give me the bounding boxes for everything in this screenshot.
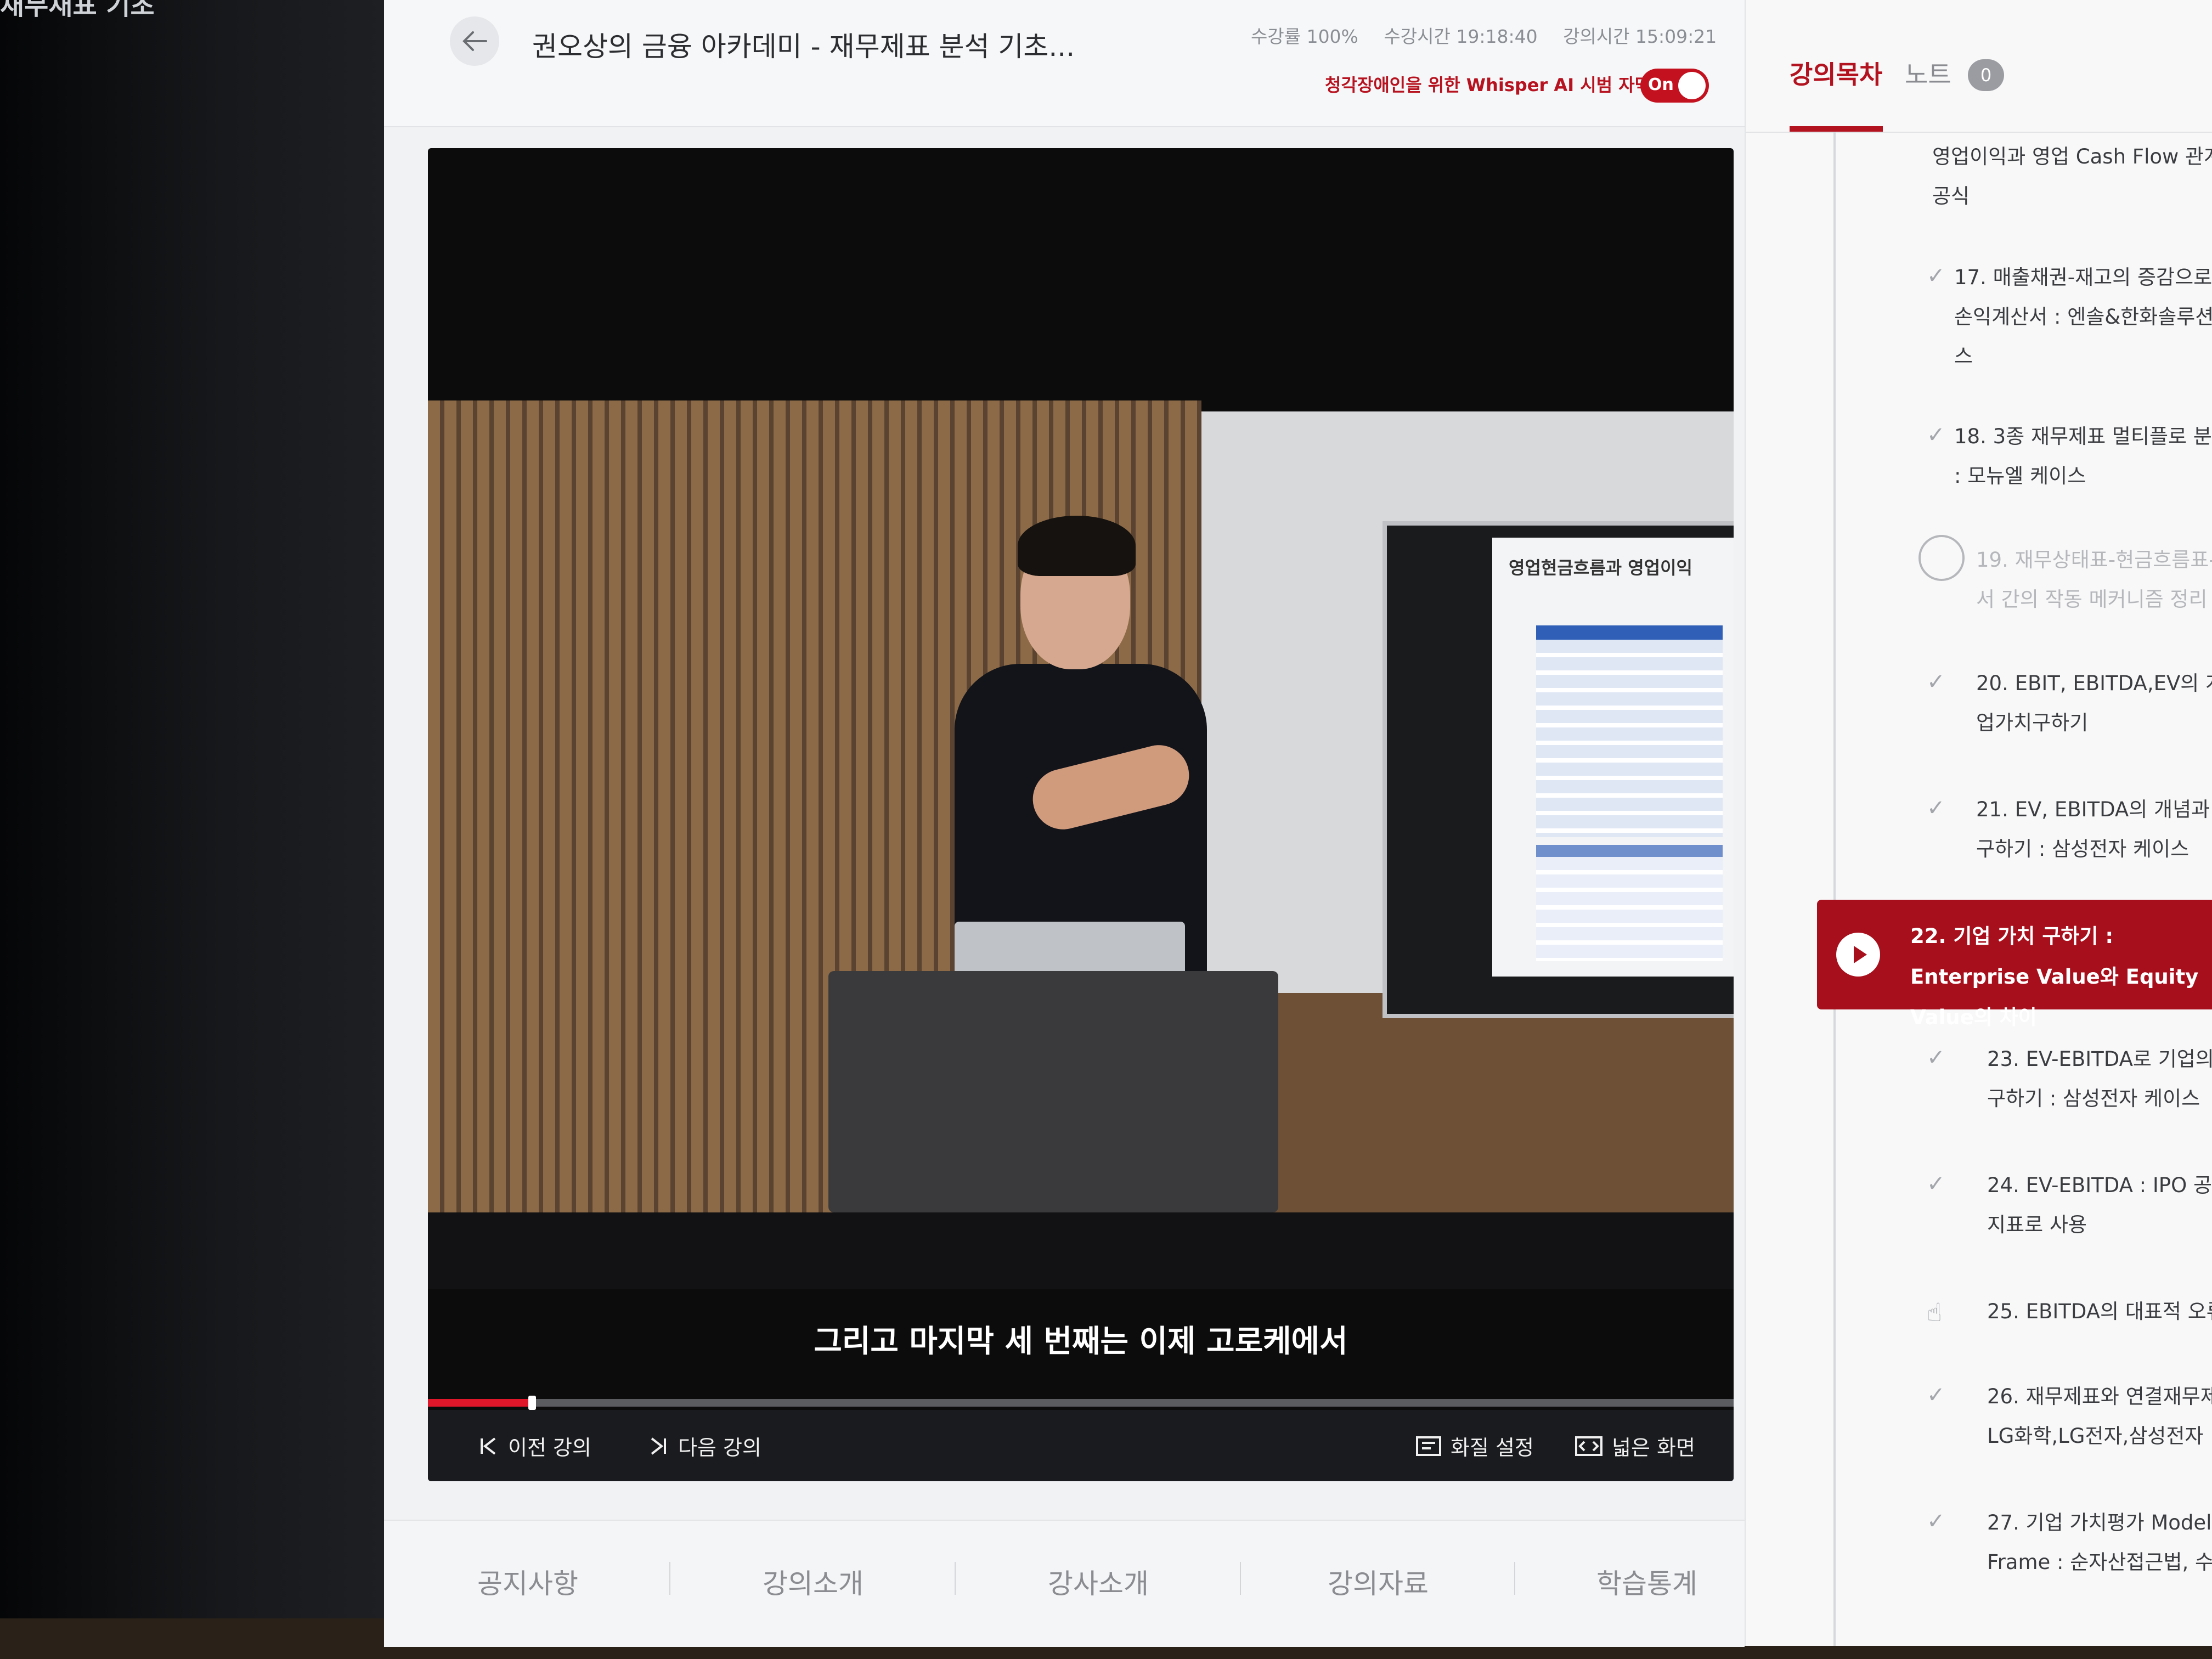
lesson-title: 24. EV-EBITDA : IPO 공모가 산정 지표로 사용 [1987,1173,2212,1237]
slide-table-secondary [1536,845,1723,961]
progress-handle[interactable] [528,1396,537,1410]
subtitle-toggle[interactable]: On [1640,69,1709,103]
tab-divider [1514,1562,1515,1595]
tab-instructor-intro[interactable]: 강사소개 [1048,1562,1149,1601]
check-icon: ✓ [1927,669,1945,695]
quality-settings-label: 화질 설정 [1451,1436,1534,1460]
tab-learning-stats[interactable]: 학습통계 [1596,1562,1697,1601]
next-lecture-label: 다음 강의 [678,1436,761,1460]
lecture-time: 강의시간 15:09:21 [1563,26,1717,47]
podium [828,971,1278,1212]
prev-lecture-label: 이전 강의 [508,1436,591,1460]
lock-icon [1918,535,1965,581]
background-window-title: 재무재표 기초 [0,0,155,21]
skip-next-icon [651,1437,666,1455]
lesson-title: 22. 기업 가치 구하기 : Enterprise Value와 Equity… [1910,924,2199,1029]
check-icon: ✓ [1927,1509,1945,1534]
prev-lecture-button[interactable]: 이전 강의 [477,1431,591,1461]
lesson-title: 21. EV, EBITDA의 개념과 목표주가구하기 : 삼성전자 케이스 [1976,798,2212,861]
lesson-title: 17. 매출채권-재고의 증감으로 보는 손익계산서 : 엔솔&한화솔루션 케이… [1954,266,2212,368]
tab-divider [955,1562,956,1595]
note-count-badge: 0 [1968,59,2004,91]
arrow-left-icon [462,31,487,51]
progress-bar[interactable] [428,1396,1734,1410]
wide-screen-button[interactable]: 넓은 화면 [1575,1431,1695,1461]
lower-wall [1201,993,1734,1212]
slide-title: 영업현금흐름과 영업이익 [1509,557,1692,578]
slide-table [1536,625,1723,837]
tab-notice[interactable]: 공지사항 [477,1562,578,1601]
dark-background [0,0,406,1659]
whisper-subtitle-label: 청각장애인을 위한 Whisper AI 시범 자막 [1325,75,1651,95]
completion-rate: 수강률 100% [1251,26,1358,47]
lecture-title: 권오상의 금융 아카데미 - 재무제표 분석 기초... [532,31,1075,63]
play-icon [1836,933,1880,977]
lecture-sidebar: 강의목차 노트 0 영업이익과 영업 Cash Flow 관계와 공식 ✓ 17… [1745,0,2212,1646]
lesson-timeline [1833,132,1836,1646]
lesson-title: 23. EV-EBITDA로 기업의 적정가치 구하기 : 삼성전자 케이스 [1987,1047,2212,1110]
tab-course-intro[interactable]: 강의소개 [763,1562,864,1601]
lesson-item-current[interactable]: 22. 기업 가치 구하기 : Enterprise Value와 Equity… [1817,900,2212,1029]
lesson-title: 19. 재무상태표-현금흐름표-손익계산서 간의 작동 메커니즘 정리 [1976,548,2212,611]
next-lecture-button[interactable]: 다음 강의 [647,1431,761,1461]
lecture-player-page: 권오상의 금융 아카데미 - 재무제표 분석 기초... 수강률 100% 수강… [384,0,2212,1647]
lesson-title: 26. 재무제표와 연결재무제표 비교 : LG화학,LG전자,삼성전자 [1987,1385,2212,1448]
toggle-knob [1678,72,1706,99]
lesson-title: 25. EBITDA의 대표적 오류 Case [1987,1300,2212,1323]
player-controls: 이전 강의 다음 강의 화질 설정 넓은 화면 [428,1410,1734,1481]
check-icon: ✓ [1927,1171,1945,1197]
active-tab-indicator [1790,126,1883,132]
quality-settings-button[interactable]: 화질 설정 [1415,1431,1534,1461]
check-icon: ✓ [1927,1045,1945,1070]
quality-icon [1416,1436,1441,1456]
check-icon: ✓ [1927,795,1945,821]
wide-screen-icon [1575,1436,1602,1456]
sidebar-divider [1746,132,2212,133]
lesson-title: 영업이익과 영업 Cash Flow 관계와 공식 [1932,145,2212,208]
presentation-slide: 영업현금흐름과 영업이익 [1492,538,1734,977]
tab-table-of-contents[interactable]: 강의목차 [1790,55,1882,91]
check-icon: ✓ [1927,1383,1945,1408]
video-letterbox [428,1212,1734,1289]
tab-divider [669,1562,670,1595]
video-subtitle: 그리고 마지막 세 번째는 이제 고로케에서 [814,1324,1348,1359]
lesson-title: 20. EBIT, EBITDA,EV의 개념과 기업가치구하기 [1976,672,2212,735]
lesson-title: 27. 기업 가치평가 Modeling Frame : 순자산접근법, 수익가… [1987,1511,2212,1574]
player-header: 권오상의 금융 아카데미 - 재무제표 분석 기초... 수강률 100% 수강… [384,0,1745,127]
video-frame: 영업현금흐름과 영업이익 [428,400,1734,1289]
cursor-hand-icon: ☝ [1927,1297,1943,1327]
wide-screen-label: 넓은 화면 [1612,1436,1695,1460]
skip-previous-icon [481,1437,496,1455]
tab-materials[interactable]: 강의자료 [1328,1562,1429,1601]
video-player[interactable]: 영업현금흐름과 영업이익 그리고 마지막 세 번째는 이제 고로케에서 이전 강… [428,148,1734,1481]
progress-fill [428,1399,533,1407]
tab-notes[interactable]: 노트 [1905,55,1951,91]
toggle-state-text: On [1648,75,1674,94]
lecturer-hair [1018,516,1136,576]
lecture-tabs: 공지사항 강의소개 강사소개 강의자료 학습통계 [384,1520,1745,1647]
watch-time: 수강시간 19:18:40 [1384,26,1538,47]
check-icon: ✓ [1927,263,1945,289]
back-button[interactable] [450,16,499,66]
lecture-stats: 수강률 100% 수강시간 19:18:40 강의시간 15:09:21 [1251,22,1736,48]
tab-divider [1240,1562,1241,1595]
lesson-title: 18. 3종 재무제표 멀티플로 분석하기 : 모뉴엘 케이스 [1954,425,2212,488]
check-icon: ✓ [1927,422,1945,448]
